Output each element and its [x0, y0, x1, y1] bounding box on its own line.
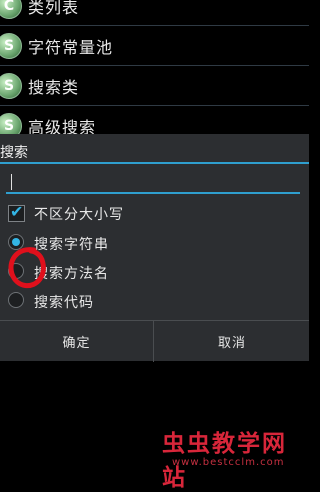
list-item[interactable]: S 字符常量池: [0, 26, 309, 66]
watermark-url: www.bestcclm.com: [172, 457, 285, 468]
cancel-button[interactable]: 取消: [155, 321, 309, 362]
title-divider: [0, 162, 309, 164]
class-badge-icon: S: [0, 33, 22, 59]
search-dialog: 搜索 ✔ 不区分大小写 搜索字符串 搜索方法名 搜索代码 确定 取消: [0, 134, 309, 362]
ignore-case-label: 不区分大小写: [34, 207, 124, 223]
list-item-label: 字符常量池: [28, 38, 114, 57]
ok-button[interactable]: 确定: [0, 321, 154, 362]
radio-button[interactable]: [8, 292, 24, 308]
checkbox-box[interactable]: ✔: [8, 202, 25, 222]
radio-button[interactable]: [8, 263, 24, 279]
list-item[interactable]: C 类列表: [0, 0, 309, 26]
list-item-label: 搜索类: [28, 78, 80, 97]
dialog-button-bar: 确定 取消: [0, 320, 309, 362]
list-item[interactable]: S 搜索类: [0, 66, 309, 106]
class-badge-icon: S: [0, 73, 22, 99]
radio-button[interactable]: [8, 234, 24, 250]
watermark-logo: 虫虫教学网站 www.bestcclm.com: [162, 424, 309, 492]
radio-label: 搜索字符串: [34, 237, 109, 253]
class-badge-icon: C: [0, 0, 22, 19]
search-input[interactable]: [6, 170, 300, 194]
list-item-label: 类列表: [28, 0, 80, 17]
radio-label: 搜索代码: [34, 295, 94, 311]
radio-label: 搜索方法名: [34, 266, 109, 282]
dialog-title: 搜索: [0, 145, 28, 161]
text-caret: [11, 174, 12, 190]
checkmark-icon: ✔: [10, 202, 24, 221]
